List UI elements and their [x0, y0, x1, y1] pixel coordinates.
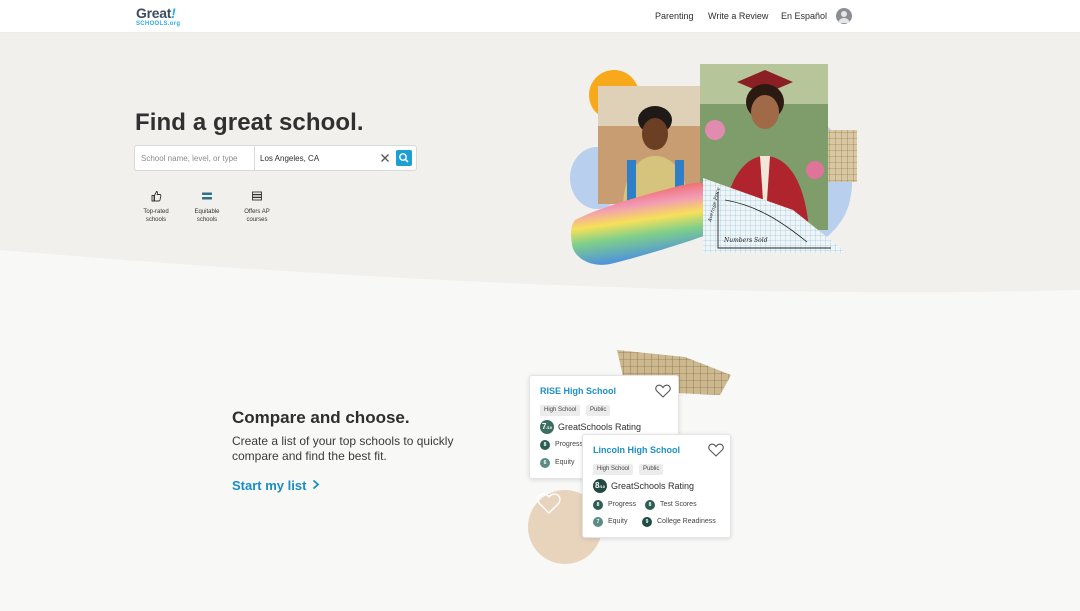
- start-my-list-label: Start my list: [232, 478, 307, 493]
- search-button[interactable]: [396, 150, 412, 166]
- school-name[interactable]: Lincoln High School: [593, 445, 680, 455]
- search-divider: [254, 146, 255, 170]
- rating-badge: 7/10: [540, 420, 554, 434]
- logo-domain: SCHOOLS.org: [136, 21, 181, 27]
- graph-x-axis-label: Numbers Sold: [723, 237, 768, 244]
- hero-collage: Numbers Sold Average Price: [570, 64, 857, 265]
- chevron-right-icon: [312, 478, 320, 493]
- location-input[interactable]: Los Angeles, CA: [260, 154, 319, 163]
- filter-equitable-label-2: schools: [196, 217, 218, 223]
- compare-subtitle: Create a list of your top schools to qui…: [232, 434, 454, 463]
- filter-ap-courses-label: Offers AP: [244, 209, 270, 215]
- greatschools-logo[interactable]: Great! SCHOOLS.org: [136, 6, 180, 27]
- filter-equitable-label: Equitable: [194, 209, 220, 215]
- school-level-tag: High School: [593, 464, 634, 475]
- nav-en-espanol[interactable]: En Español: [781, 11, 827, 21]
- nav-parenting[interactable]: Parenting: [655, 11, 694, 21]
- nav-write-a-review[interactable]: Write a Review: [708, 11, 768, 21]
- book-stack-icon: [252, 191, 262, 201]
- heart-icon[interactable]: [655, 384, 671, 398]
- school-card-lincoln[interactable]: Lincoln High School High School Public 8…: [582, 434, 731, 538]
- page-title: Find a great school.: [135, 109, 364, 136]
- start-my-list-link[interactable]: Start my list: [232, 478, 320, 493]
- school-type-tag: Public: [639, 464, 664, 475]
- school-level-tag: High School: [540, 405, 581, 416]
- site-header: Great! SCHOOLS.org Parenting Write a Rev…: [0, 0, 1080, 33]
- rating-label: GreatSchools Rating: [558, 422, 642, 432]
- thumbs-up-icon: [151, 191, 162, 202]
- heart-icon[interactable]: [708, 443, 724, 457]
- balance-bars-icon: [202, 192, 212, 200]
- school-search-input[interactable]: School name, level, or type: [141, 154, 238, 163]
- school-search-bar: School name, level, or type Los Angeles,…: [134, 145, 417, 171]
- filter-top-rated[interactable]: Top-rated schools: [134, 190, 178, 224]
- search-icon: [399, 153, 409, 163]
- user-avatar-icon[interactable]: [836, 8, 852, 24]
- filter-ap-courses[interactable]: Offers AP courses: [235, 190, 279, 224]
- logo-exclamation: !: [171, 5, 176, 21]
- filter-equitable[interactable]: Equitable schools: [185, 190, 229, 224]
- school-type-tag: Public: [586, 405, 611, 416]
- close-icon[interactable]: [379, 152, 391, 164]
- filter-top-rated-label: Top-rated: [143, 209, 169, 215]
- logo-wordmark: Great: [136, 5, 172, 21]
- compare-heading: Compare and choose.: [232, 408, 410, 427]
- filter-top-rated-label-2: schools: [145, 217, 167, 223]
- rating-badge: 8/10: [593, 479, 607, 493]
- rating-label: GreatSchools Rating: [611, 481, 695, 491]
- school-name[interactable]: RISE High School: [540, 386, 616, 396]
- filter-ap-courses-label-2: courses: [246, 217, 268, 223]
